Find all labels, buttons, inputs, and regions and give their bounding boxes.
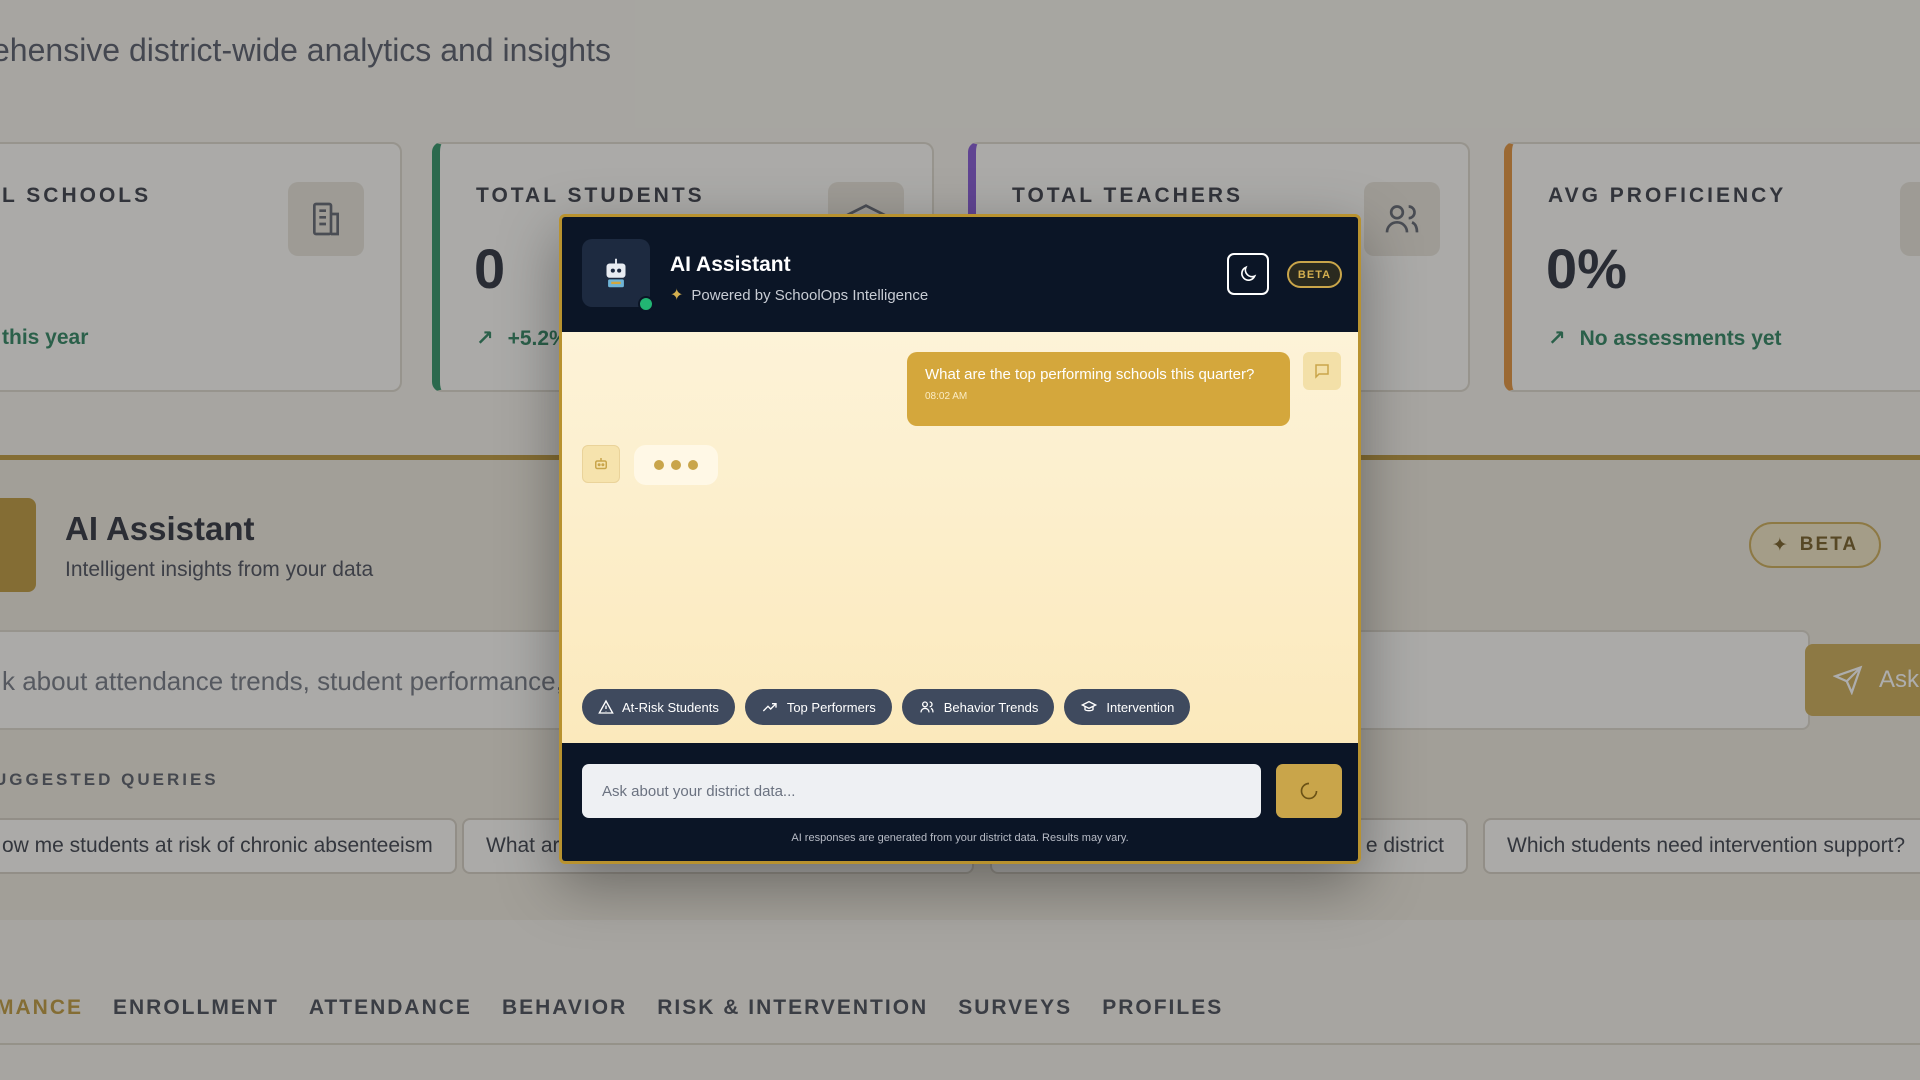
warning-triangle-icon <box>598 699 614 714</box>
ai-assistant-modal: AI Assistant ✦ Powered by SchoolOps Inte… <box>559 214 1361 864</box>
graduation-cap-icon <box>1081 700 1098 712</box>
beta-badge: BETA <box>1287 261 1342 288</box>
moon-icon <box>1241 265 1257 281</box>
robot-icon <box>582 239 650 307</box>
message-time: 08:02 AM <box>925 391 968 402</box>
trending-up-icon <box>762 703 777 712</box>
loading-spinner-icon <box>1300 782 1318 800</box>
users-icon <box>920 701 934 713</box>
sparkles-icon: ✦ <box>670 287 684 304</box>
chip-at-risk-students[interactable]: At-Risk Students <box>582 689 735 725</box>
user-message-bubble: What are the top performing schools this… <box>907 352 1290 426</box>
modal-title: AI Assistant <box>670 253 791 276</box>
chip-top-performers[interactable]: Top Performers <box>744 689 892 725</box>
modal-footer: AI responses are generated from your dis… <box>562 743 1358 861</box>
message-icon <box>1303 352 1341 390</box>
typing-indicator <box>634 445 718 485</box>
theme-toggle-button[interactable] <box>1227 253 1269 295</box>
send-button[interactable] <box>1276 764 1342 818</box>
chip-behavior-trends[interactable]: Behavior Trends <box>901 689 1055 725</box>
disclaimer-text: AI responses are generated from your dis… <box>791 832 1129 844</box>
chat-input[interactable] <box>582 764 1261 818</box>
modal-header: AI Assistant ✦ Powered by SchoolOps Inte… <box>562 217 1358 332</box>
online-status-dot <box>638 296 654 312</box>
bot-icon <box>582 445 620 483</box>
message-text: What are the top performing schools this… <box>925 366 1255 383</box>
chat-area: What are the top performing schools this… <box>562 332 1358 743</box>
quick-action-chips: At-Risk Students Top Performers Behavior… <box>582 689 1191 725</box>
chip-intervention[interactable]: Intervention <box>1064 689 1191 725</box>
modal-subtitle: ✦ Powered by SchoolOps Intelligence <box>670 286 929 305</box>
